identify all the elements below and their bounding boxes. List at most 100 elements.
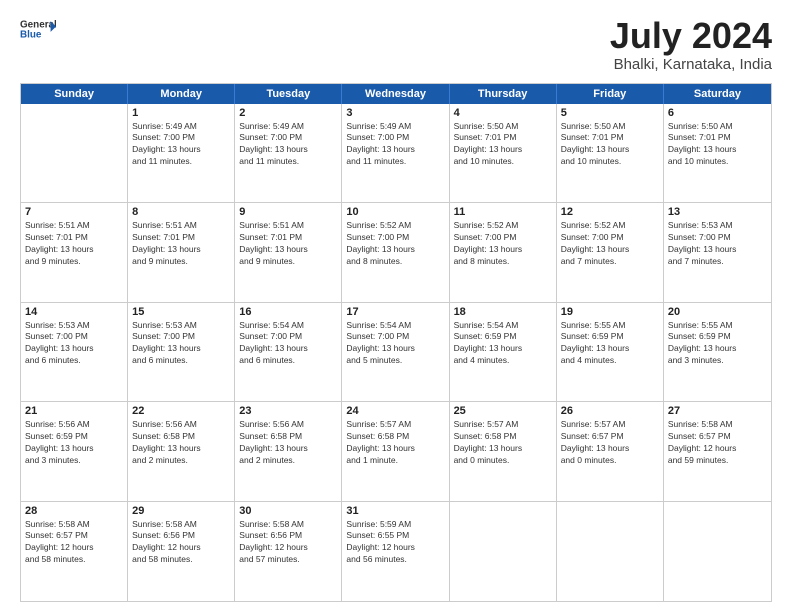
day-cell-empty: [664, 502, 771, 601]
day-cell-18: 18 Sunrise: 5:54 AMSunset: 6:59 PMDayligh…: [450, 303, 557, 401]
day-cell-6: 6Sunrise: 5:50 AMSunset: 7:01 PMDaylight…: [664, 104, 771, 202]
day-info: Sunrise: 5:53 AMSunset: 7:00 PMDaylight:…: [668, 220, 767, 268]
day-info: Sunrise: 5:57 AMSunset: 6:58 PMDaylight:…: [346, 419, 444, 467]
day-number: 12: [561, 206, 659, 218]
day-cell-26: 26Sunrise: 5:57 AMSunset: 6:57 PMDayligh…: [557, 402, 664, 500]
day-number: 7: [25, 206, 123, 218]
day-number: 9: [239, 206, 337, 218]
calendar-body: 1 Sunrise: 5:49 AMSunset: 7:00 PMDaylight…: [21, 104, 771, 601]
day-cell-24: 24 Sunrise: 5:57 AMSunset: 6:58 PMDayligh…: [342, 402, 449, 500]
title-block: July 2024 Bhalki, Karnataka, India: [610, 16, 772, 73]
weekday-header-sunday: Sunday: [21, 84, 128, 104]
day-number: 17: [346, 306, 444, 318]
day-info: Sunrise: 5:51 AMSunset: 7:01 PMDaylight:…: [239, 220, 337, 268]
week-row-3: 14Sunrise: 5:53 AMSunset: 7:00 PMDayligh…: [21, 303, 771, 402]
day-cell-28: 28 Sunrise: 5:58 AMSunset: 6:57 PMDayligh…: [21, 502, 128, 601]
day-cell-16: 16 Sunrise: 5:54 AMSunset: 7:00 PMDayligh…: [235, 303, 342, 401]
day-cell-14: 14Sunrise: 5:53 AMSunset: 7:00 PMDayligh…: [21, 303, 128, 401]
day-number: 2: [239, 107, 337, 119]
day-number: 21: [25, 405, 123, 417]
day-cell-27: 27Sunrise: 5:58 AMSunset: 6:57 PMDayligh…: [664, 402, 771, 500]
day-cell-empty: [450, 502, 557, 601]
day-number: 18: [454, 306, 552, 318]
day-info: Sunrise: 5:55 AMSunset: 6:59 PMDaylight:…: [668, 320, 767, 368]
day-number: 13: [668, 206, 767, 218]
day-cell-25: 25 Sunrise: 5:57 AMSunset: 6:58 PMDayligh…: [450, 402, 557, 500]
day-number: 25: [454, 405, 552, 417]
day-info: Sunrise: 5:54 AMSunset: 7:00 PMDaylight:…: [239, 320, 337, 368]
day-number: 1: [132, 107, 230, 119]
day-number: 10: [346, 206, 444, 218]
day-cell-1: 1 Sunrise: 5:49 AMSunset: 7:00 PMDaylight…: [128, 104, 235, 202]
day-cell-10: 10Sunrise: 5:52 AMSunset: 7:00 PMDayligh…: [342, 203, 449, 301]
day-info: Sunrise: 5:49 AMSunset: 7:00 PMDaylight:…: [239, 121, 337, 169]
day-cell-19: 19Sunrise: 5:55 AMSunset: 6:59 PMDayligh…: [557, 303, 664, 401]
week-row-2: 7 Sunrise: 5:51 AMSunset: 7:01 PMDaylight…: [21, 203, 771, 302]
day-number: 23: [239, 405, 337, 417]
day-number: 3: [346, 107, 444, 119]
day-cell-21: 21 Sunrise: 5:56 AMSunset: 6:59 PMDayligh…: [21, 402, 128, 500]
day-info: Sunrise: 5:56 AMSunset: 6:59 PMDaylight:…: [25, 419, 123, 467]
day-number: 29: [132, 505, 230, 517]
day-info: Sunrise: 5:55 AMSunset: 6:59 PMDaylight:…: [561, 320, 659, 368]
day-cell-7: 7 Sunrise: 5:51 AMSunset: 7:01 PMDaylight…: [21, 203, 128, 301]
location-title: Bhalki, Karnataka, India: [610, 56, 772, 73]
page: General Blue July 2024 Bhalki, Karnataka…: [0, 0, 792, 612]
day-number: 4: [454, 107, 552, 119]
day-info: Sunrise: 5:56 AMSunset: 6:58 PMDaylight:…: [132, 419, 230, 467]
day-cell-9: 9 Sunrise: 5:51 AMSunset: 7:01 PMDaylight…: [235, 203, 342, 301]
day-info: Sunrise: 5:58 AMSunset: 6:57 PMDaylight:…: [25, 519, 123, 567]
day-number: 31: [346, 505, 444, 517]
day-number: 15: [132, 306, 230, 318]
day-cell-20: 20Sunrise: 5:55 AMSunset: 6:59 PMDayligh…: [664, 303, 771, 401]
weekday-header-thursday: Thursday: [450, 84, 557, 104]
weekday-header-wednesday: Wednesday: [342, 84, 449, 104]
week-row-4: 21 Sunrise: 5:56 AMSunset: 6:59 PMDayligh…: [21, 402, 771, 501]
logo-svg: General Blue: [20, 16, 56, 46]
day-info: Sunrise: 5:58 AMSunset: 6:56 PMDaylight:…: [239, 519, 337, 567]
day-cell-31: 31 Sunrise: 5:59 AMSunset: 6:55 PMDayligh…: [342, 502, 449, 601]
day-info: Sunrise: 5:50 AMSunset: 7:01 PMDaylight:…: [454, 121, 552, 169]
day-info: Sunrise: 5:59 AMSunset: 6:55 PMDaylight:…: [346, 519, 444, 567]
weekday-header-friday: Friday: [557, 84, 664, 104]
day-info: Sunrise: 5:57 AMSunset: 6:58 PMDaylight:…: [454, 419, 552, 467]
week-row-5: 28 Sunrise: 5:58 AMSunset: 6:57 PMDayligh…: [21, 502, 771, 601]
day-number: 8: [132, 206, 230, 218]
day-cell-12: 12 Sunrise: 5:52 AMSunset: 7:00 PMDayligh…: [557, 203, 664, 301]
day-cell-13: 13 Sunrise: 5:53 AMSunset: 7:00 PMDayligh…: [664, 203, 771, 301]
day-info: Sunrise: 5:53 AMSunset: 7:00 PMDaylight:…: [132, 320, 230, 368]
day-number: 16: [239, 306, 337, 318]
day-number: 24: [346, 405, 444, 417]
day-cell-11: 11 Sunrise: 5:52 AMSunset: 7:00 PMDayligh…: [450, 203, 557, 301]
day-info: Sunrise: 5:50 AMSunset: 7:01 PMDaylight:…: [668, 121, 767, 169]
day-cell-5: 5Sunrise: 5:50 AMSunset: 7:01 PMDaylight…: [557, 104, 664, 202]
day-cell-4: 4 Sunrise: 5:50 AMSunset: 7:01 PMDaylight…: [450, 104, 557, 202]
day-number: 28: [25, 505, 123, 517]
day-number: 22: [132, 405, 230, 417]
day-info: Sunrise: 5:51 AMSunset: 7:01 PMDaylight:…: [25, 220, 123, 268]
day-info: Sunrise: 5:54 AMSunset: 6:59 PMDaylight:…: [454, 320, 552, 368]
day-cell-30: 30Sunrise: 5:58 AMSunset: 6:56 PMDayligh…: [235, 502, 342, 601]
day-cell-3: 3 Sunrise: 5:49 AMSunset: 7:00 PMDaylight…: [342, 104, 449, 202]
day-info: Sunrise: 5:52 AMSunset: 7:00 PMDaylight:…: [561, 220, 659, 268]
day-info: Sunrise: 5:58 AMSunset: 6:57 PMDaylight:…: [668, 419, 767, 467]
weekday-header-saturday: Saturday: [664, 84, 771, 104]
day-info: Sunrise: 5:51 AMSunset: 7:01 PMDaylight:…: [132, 220, 230, 268]
calendar-header: SundayMondayTuesdayWednesdayThursdayFrid…: [21, 84, 771, 104]
day-cell-8: 8 Sunrise: 5:51 AMSunset: 7:01 PMDaylight…: [128, 203, 235, 301]
day-info: Sunrise: 5:56 AMSunset: 6:58 PMDaylight:…: [239, 419, 337, 467]
day-cell-15: 15 Sunrise: 5:53 AMSunset: 7:00 PMDayligh…: [128, 303, 235, 401]
day-info: Sunrise: 5:50 AMSunset: 7:01 PMDaylight:…: [561, 121, 659, 169]
day-cell-22: 22 Sunrise: 5:56 AMSunset: 6:58 PMDayligh…: [128, 402, 235, 500]
day-info: Sunrise: 5:49 AMSunset: 7:00 PMDaylight:…: [346, 121, 444, 169]
header: General Blue July 2024 Bhalki, Karnataka…: [20, 16, 772, 73]
day-cell-23: 23 Sunrise: 5:56 AMSunset: 6:58 PMDayligh…: [235, 402, 342, 500]
weekday-header-monday: Monday: [128, 84, 235, 104]
day-info: Sunrise: 5:52 AMSunset: 7:00 PMDaylight:…: [454, 220, 552, 268]
day-cell-empty: [557, 502, 664, 601]
day-cell-2: 2 Sunrise: 5:49 AMSunset: 7:00 PMDaylight…: [235, 104, 342, 202]
day-cell-17: 17Sunrise: 5:54 AMSunset: 7:00 PMDayligh…: [342, 303, 449, 401]
day-info: Sunrise: 5:49 AMSunset: 7:00 PMDaylight:…: [132, 121, 230, 169]
logo: General Blue: [20, 16, 56, 46]
day-number: 11: [454, 206, 552, 218]
